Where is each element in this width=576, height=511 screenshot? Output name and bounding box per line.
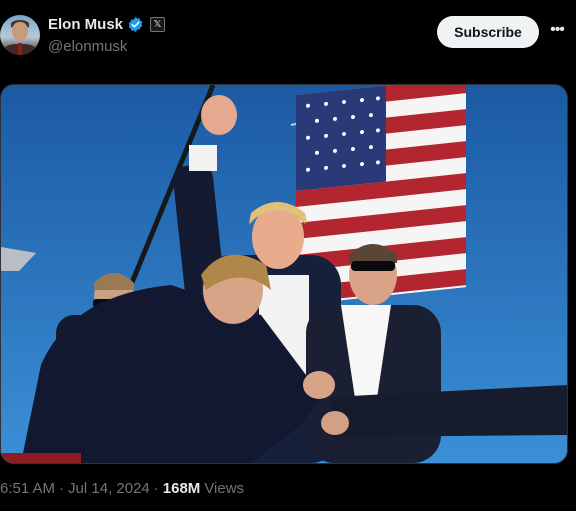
views-count: 168M bbox=[162, 480, 201, 497]
author-display-name[interactable]: Elon Musk bbox=[48, 16, 123, 33]
podium-edge bbox=[1, 453, 81, 463]
meta-separator: · bbox=[153, 480, 159, 497]
views-label: Views bbox=[204, 480, 245, 497]
photo-scene bbox=[1, 85, 567, 463]
meta-separator: · bbox=[59, 480, 65, 497]
post-time[interactable]: 6:51 AM bbox=[0, 480, 55, 497]
post-media-photo[interactable] bbox=[0, 84, 568, 464]
verified-badge-icon[interactable] bbox=[127, 16, 144, 33]
post-date[interactable]: Jul 14, 2024 bbox=[68, 480, 150, 497]
post-meta: 6:51 AM · Jul 14, 2024 · 168M Views bbox=[0, 480, 244, 497]
author-handle[interactable]: @elonmusk bbox=[48, 38, 127, 55]
avatar-tie bbox=[18, 43, 22, 55]
subscribe-button[interactable]: Subscribe bbox=[437, 16, 539, 48]
more-options-icon[interactable]: ••• bbox=[549, 22, 565, 38]
avatar[interactable] bbox=[0, 15, 40, 55]
author-name-row: Elon Musk 𝕏 bbox=[48, 16, 166, 33]
avatar-face bbox=[12, 22, 28, 41]
x-affiliation-badge-icon[interactable]: 𝕏 bbox=[150, 17, 166, 32]
